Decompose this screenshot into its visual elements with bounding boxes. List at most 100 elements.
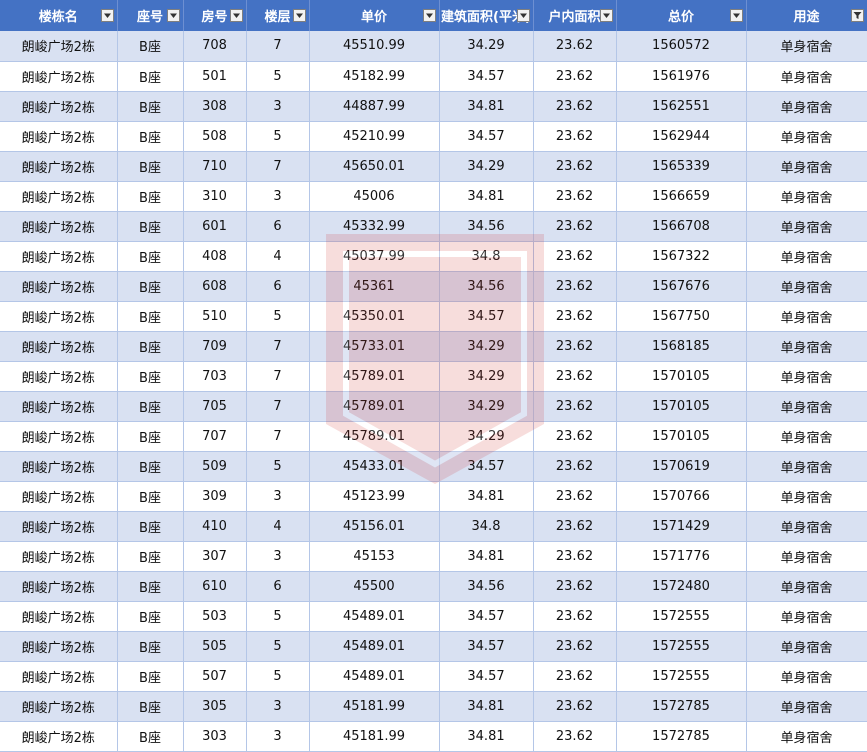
filter-dropdown-icon[interactable] [516,9,530,22]
table-cell[interactable]: 单身宿舍 [746,91,867,122]
table-cell[interactable]: 6 [246,211,310,242]
table-cell[interactable]: B座 [117,151,184,182]
table-cell[interactable]: 23.62 [533,691,617,722]
table-cell[interactable]: 朗峻广场2栋 [0,121,118,152]
table-cell[interactable]: 3 [246,541,310,572]
table-cell[interactable]: 45489.01 [309,601,440,632]
table-cell[interactable]: 1570766 [616,481,747,512]
table-cell[interactable]: 34.29 [439,391,534,422]
table-cell[interactable]: 5 [246,601,310,632]
table-cell[interactable]: 410 [183,511,247,542]
table-cell[interactable]: 45182.99 [309,61,440,92]
table-cell[interactable]: 34.81 [439,691,534,722]
table-cell[interactable]: 5 [246,451,310,482]
table-cell[interactable]: 45510.99 [309,31,440,62]
table-cell[interactable]: 朗峻广场2栋 [0,481,118,512]
table-cell[interactable]: 34.57 [439,61,534,92]
table-cell[interactable]: 5 [246,301,310,332]
table-cell[interactable]: 23.62 [533,511,617,542]
table-cell[interactable]: 34.81 [439,481,534,512]
table-cell[interactable]: 45361 [309,271,440,302]
table-cell[interactable]: 34.8 [439,511,534,542]
table-cell[interactable]: 45181.99 [309,691,440,722]
table-cell[interactable]: 单身宿舍 [746,721,867,752]
table-cell[interactable]: 34.81 [439,541,534,572]
table-cell[interactable]: 单身宿舍 [746,241,867,272]
table-cell[interactable]: 309 [183,481,247,512]
table-cell[interactable]: 单身宿舍 [746,511,867,542]
filter-dropdown-icon[interactable] [166,9,180,22]
table-cell[interactable]: B座 [117,91,184,122]
filter-dropdown-icon[interactable] [422,9,436,22]
table-cell[interactable]: 朗峻广场2栋 [0,391,118,422]
table-cell[interactable]: 单身宿舍 [746,331,867,362]
table-cell[interactable]: 单身宿舍 [746,451,867,482]
table-cell[interactable]: 朗峻广场2栋 [0,661,118,692]
table-cell[interactable]: 单身宿舍 [746,481,867,512]
table-cell[interactable]: B座 [117,31,184,62]
table-cell[interactable]: 3 [246,181,310,212]
table-cell[interactable]: 3 [246,91,310,122]
table-cell[interactable]: 23.62 [533,571,617,602]
table-cell[interactable]: 707 [183,421,247,452]
table-cell[interactable]: 6 [246,271,310,302]
table-cell[interactable]: 朗峻广场2栋 [0,271,118,302]
table-cell[interactable]: 单身宿舍 [746,121,867,152]
table-cell[interactable]: 503 [183,601,247,632]
table-cell[interactable]: 610 [183,571,247,602]
table-cell[interactable]: B座 [117,61,184,92]
table-cell[interactable]: 7 [246,31,310,62]
table-cell[interactable]: 5 [246,121,310,152]
table-cell[interactable]: 45489.01 [309,661,440,692]
table-cell[interactable]: 朗峻广场2栋 [0,241,118,272]
table-cell[interactable]: 1568185 [616,331,747,362]
table-cell[interactable]: 505 [183,631,247,662]
table-cell[interactable]: 507 [183,661,247,692]
table-cell[interactable]: 45037.99 [309,241,440,272]
table-cell[interactable]: 1572785 [616,721,747,752]
table-cell[interactable]: 308 [183,91,247,122]
table-cell[interactable]: 34.8 [439,241,534,272]
table-cell[interactable]: 45006 [309,181,440,212]
table-cell[interactable]: 单身宿舍 [746,301,867,332]
table-cell[interactable]: 510 [183,301,247,332]
table-cell[interactable]: 朗峻广场2栋 [0,181,118,212]
table-cell[interactable]: B座 [117,601,184,632]
table-cell[interactable]: B座 [117,541,184,572]
table-cell[interactable]: B座 [117,271,184,302]
table-cell[interactable]: 23.62 [533,451,617,482]
table-cell[interactable]: 1567676 [616,271,747,302]
table-cell[interactable]: 23.62 [533,661,617,692]
table-cell[interactable]: 1565339 [616,151,747,182]
table-cell[interactable]: 305 [183,691,247,722]
table-cell[interactable]: 1572555 [616,601,747,632]
table-cell[interactable]: 单身宿舍 [746,151,867,182]
table-cell[interactable]: 34.57 [439,601,534,632]
filter-applied-icon[interactable] [850,9,864,22]
table-cell[interactable]: 34.57 [439,631,534,662]
table-cell[interactable]: 34.81 [439,91,534,122]
table-cell[interactable]: 1562944 [616,121,747,152]
table-cell[interactable]: 3 [246,481,310,512]
table-cell[interactable]: 23.62 [533,601,617,632]
table-cell[interactable]: 509 [183,451,247,482]
filter-dropdown-icon[interactable] [229,9,243,22]
table-cell[interactable]: 朗峻广场2栋 [0,601,118,632]
table-cell[interactable]: 34.29 [439,331,534,362]
table-cell[interactable]: B座 [117,511,184,542]
table-cell[interactable]: 单身宿舍 [746,601,867,632]
table-cell[interactable]: 23.62 [533,481,617,512]
table-cell[interactable]: 23.62 [533,241,617,272]
table-cell[interactable]: 朗峻广场2栋 [0,691,118,722]
table-cell[interactable]: 34.81 [439,181,534,212]
table-cell[interactable]: 608 [183,271,247,302]
table-cell[interactable]: 1567322 [616,241,747,272]
table-cell[interactable]: B座 [117,421,184,452]
table-cell[interactable]: 23.62 [533,301,617,332]
table-cell[interactable]: 1566708 [616,211,747,242]
table-cell[interactable]: 45153 [309,541,440,572]
table-cell[interactable]: 45350.01 [309,301,440,332]
table-cell[interactable]: 单身宿舍 [746,271,867,302]
table-cell[interactable]: 44887.99 [309,91,440,122]
table-cell[interactable]: B座 [117,361,184,392]
